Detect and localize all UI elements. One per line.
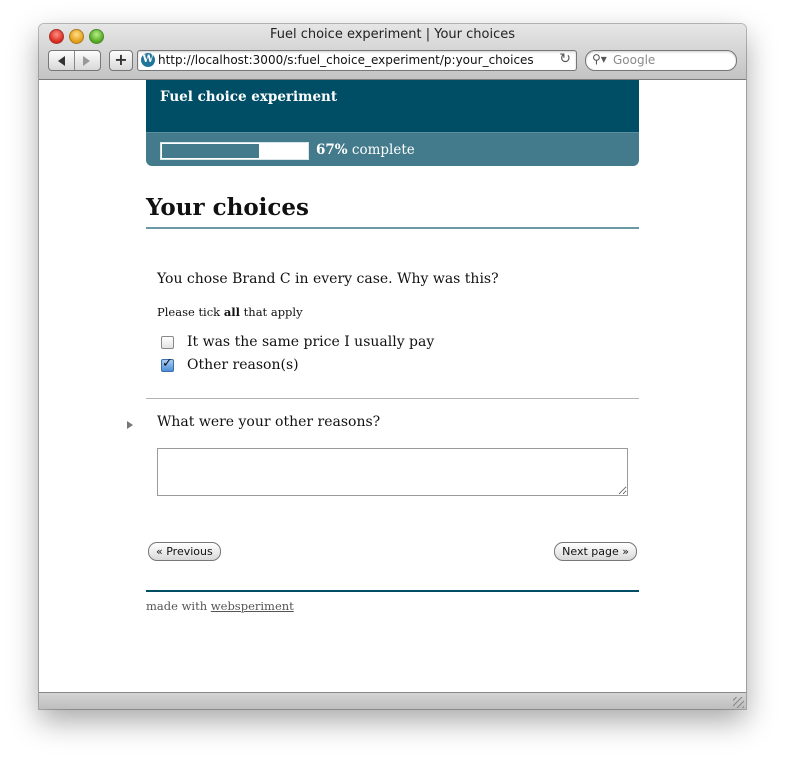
question-hint: Please tick all that apply bbox=[157, 305, 303, 319]
nav-button-group bbox=[48, 50, 101, 71]
footer-prefix: made with bbox=[146, 599, 211, 613]
section-divider bbox=[146, 398, 639, 399]
other-reasons-textarea[interactable] bbox=[157, 448, 628, 496]
progress-bar bbox=[160, 142, 309, 160]
websperiment-link[interactable]: websperiment bbox=[211, 599, 294, 613]
progress-section: 67% complete bbox=[146, 132, 639, 166]
search-icon[interactable]: ⚲▾ bbox=[592, 52, 607, 66]
site-favicon-icon: W bbox=[141, 53, 155, 67]
previous-button[interactable]: « Previous bbox=[148, 542, 221, 561]
browser-titlebar: Fuel choice experiment | Your choices + … bbox=[39, 24, 746, 80]
add-bookmark-button[interactable]: + bbox=[109, 50, 133, 71]
next-page-button[interactable]: Next page » bbox=[554, 542, 637, 561]
footer-divider bbox=[146, 590, 639, 592]
hint-bold: all bbox=[223, 305, 241, 319]
status-bar bbox=[39, 692, 746, 709]
search-placeholder: Google bbox=[613, 53, 656, 67]
hint-suffix: that apply bbox=[240, 305, 303, 319]
browser-window: Fuel choice experiment | Your choices + … bbox=[39, 24, 746, 709]
back-arrow-icon bbox=[58, 56, 65, 66]
option-label[interactable]: It was the same price I usually pay bbox=[187, 334, 434, 350]
forward-button[interactable] bbox=[75, 51, 100, 70]
same-price-checkbox[interactable] bbox=[161, 336, 174, 349]
other-reasons-checkbox[interactable]: ✓ bbox=[161, 356, 174, 372]
current-question-arrow-icon bbox=[127, 421, 133, 429]
site-header: Fuel choice experiment bbox=[146, 80, 639, 132]
reload-icon[interactable]: ↻ bbox=[559, 51, 571, 67]
resize-grip-icon[interactable] bbox=[733, 697, 744, 708]
footer: made with websperiment bbox=[146, 599, 294, 613]
progress-percent: 67% bbox=[316, 142, 348, 158]
page-viewport: Fuel choice experiment 67% complete Your… bbox=[39, 80, 746, 692]
option-label[interactable]: Other reason(s) bbox=[187, 357, 299, 373]
back-button[interactable] bbox=[49, 51, 74, 70]
forward-arrow-icon bbox=[83, 56, 90, 66]
progress-fill bbox=[162, 144, 259, 158]
window-title: Fuel choice experiment | Your choices bbox=[269, 27, 516, 42]
address-bar[interactable]: W http://localhost:3000/s:fuel_choice_ex… bbox=[137, 50, 577, 71]
question-text: You chose Brand C in every case. Why was… bbox=[157, 271, 499, 287]
search-field[interactable]: ⚲▾ Google bbox=[585, 50, 737, 71]
address-text[interactable]: http://localhost:3000/s:fuel_choice_expe… bbox=[158, 53, 534, 67]
site-title: Fuel choice experiment bbox=[160, 89, 338, 105]
title-divider bbox=[146, 227, 639, 229]
followup-question-text: What were your other reasons? bbox=[157, 414, 381, 430]
progress-text: 67% complete bbox=[316, 142, 415, 158]
checkmark-icon: ✓ bbox=[162, 356, 173, 371]
page-title: Your choices bbox=[146, 194, 309, 221]
hint-prefix: Please tick bbox=[157, 305, 224, 319]
progress-suffix: complete bbox=[347, 142, 415, 158]
